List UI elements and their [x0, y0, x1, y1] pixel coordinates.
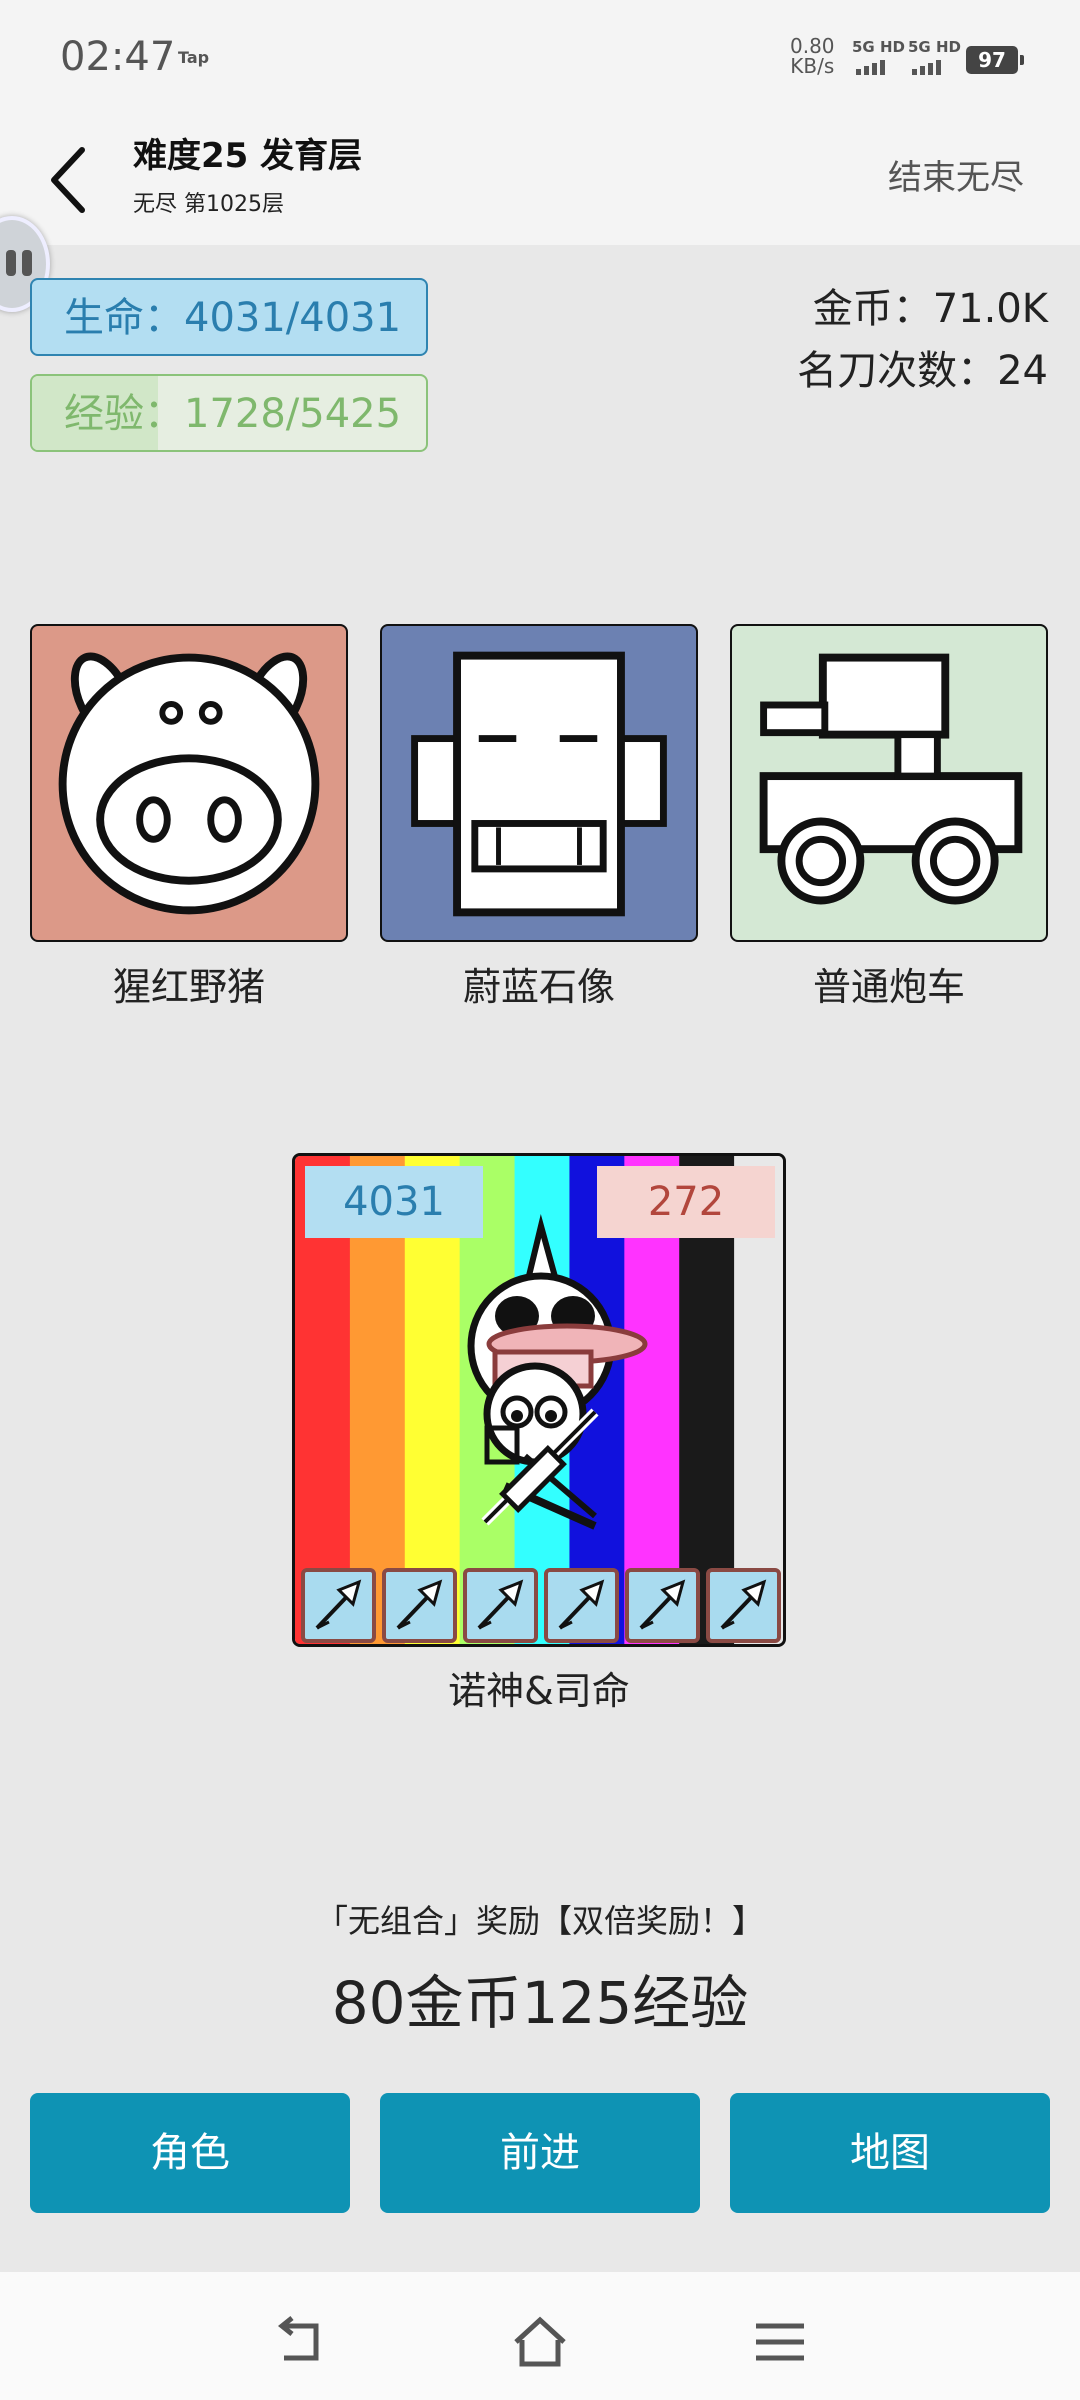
- arrow-icon: [558, 1579, 605, 1630]
- enemy-card-cannon[interactable]: [730, 624, 1048, 942]
- system-nav-bar: [0, 2272, 1080, 2400]
- net-speed-value: 0.80: [790, 34, 835, 58]
- character-button[interactable]: 角色: [30, 2093, 350, 2213]
- net-speed-unit: KB/s: [790, 54, 835, 78]
- equipment-slot[interactable]: [625, 1568, 700, 1643]
- hero-attack-badge: 272: [597, 1166, 775, 1238]
- arrow-icon: [720, 1579, 767, 1630]
- equipment-slots: [301, 1568, 781, 1643]
- stone-statue-icon: [411, 651, 667, 917]
- arrow-icon: [315, 1579, 362, 1630]
- page-title: 难度25 发育层: [133, 136, 363, 176]
- network-speed: 0.80 KB/s: [790, 36, 835, 76]
- equipment-slot[interactable]: [706, 1568, 781, 1643]
- battery-icon: 97: [966, 46, 1024, 74]
- player-hp-box: 生命：4031/4031: [30, 278, 428, 356]
- advance-button[interactable]: 前进: [380, 2093, 700, 2213]
- pause-bar: [6, 250, 16, 276]
- home-nav-icon[interactable]: [510, 2312, 570, 2372]
- player-xp-box: 经验：1728/5425: [30, 374, 428, 452]
- arrow-icon: [396, 1579, 443, 1630]
- enemy-name-statue: 蔚蓝石像: [462, 965, 615, 1009]
- back-button[interactable]: [44, 140, 104, 220]
- hero-card[interactable]: 4031 272: [292, 1153, 786, 1647]
- reward-amount-text: 80金币125经验: [331, 1969, 749, 2037]
- page-subtitle: 无尽 第1025层: [133, 192, 284, 217]
- equipment-slot[interactable]: [544, 1568, 619, 1643]
- tap-badge: Tap: [178, 48, 210, 67]
- status-time: 02:47: [60, 34, 176, 80]
- equipment-slot[interactable]: [382, 1568, 457, 1643]
- signal-2-icon: [912, 60, 941, 75]
- cannon-cart-icon: [759, 653, 1023, 905]
- status-bar: 02:47 Tap 0.80 KB/s 5G HD 5G HD 97: [0, 0, 1080, 120]
- reward-combo-text: 「无组合」奖励【双倍奖励！】: [315, 1902, 764, 1940]
- hero-name: 诺神&司命: [448, 1669, 630, 1713]
- pig-icon: [58, 652, 320, 915]
- enemy-card-statue[interactable]: [380, 624, 698, 942]
- hero-hp-badge: 4031: [305, 1166, 483, 1238]
- top-header: 难度25 发育层 无尽 第1025层 结束无尽: [0, 120, 1080, 245]
- back-arrow-icon: [51, 147, 85, 213]
- gold-count: 金币：71.0K: [812, 286, 1048, 332]
- equipment-slot[interactable]: [463, 1568, 538, 1643]
- enemy-name-pig: 猩红野猪: [112, 965, 265, 1009]
- menu-nav-icon[interactable]: [750, 2312, 810, 2372]
- enemy-card-pig[interactable]: [30, 624, 348, 942]
- player-xp-text: 经验：1728/5425: [64, 391, 402, 437]
- map-button[interactable]: 地图: [730, 2093, 1050, 2213]
- arrow-icon: [639, 1579, 686, 1630]
- blade-count: 名刀次数：24: [797, 348, 1048, 394]
- pause-bar: [22, 250, 32, 276]
- sim1-label: 5G HD: [852, 38, 905, 56]
- enemy-name-cannon: 普通炮车: [812, 965, 965, 1009]
- equipment-slot[interactable]: [301, 1568, 376, 1643]
- signal-1-icon: [856, 60, 885, 75]
- end-endless-button[interactable]: 结束无尽: [888, 150, 1024, 199]
- player-hp-text: 生命：4031/4031: [64, 295, 402, 341]
- back-nav-icon[interactable]: [272, 2312, 332, 2372]
- sim2-label: 5G HD: [908, 38, 961, 56]
- arrow-icon: [477, 1579, 524, 1630]
